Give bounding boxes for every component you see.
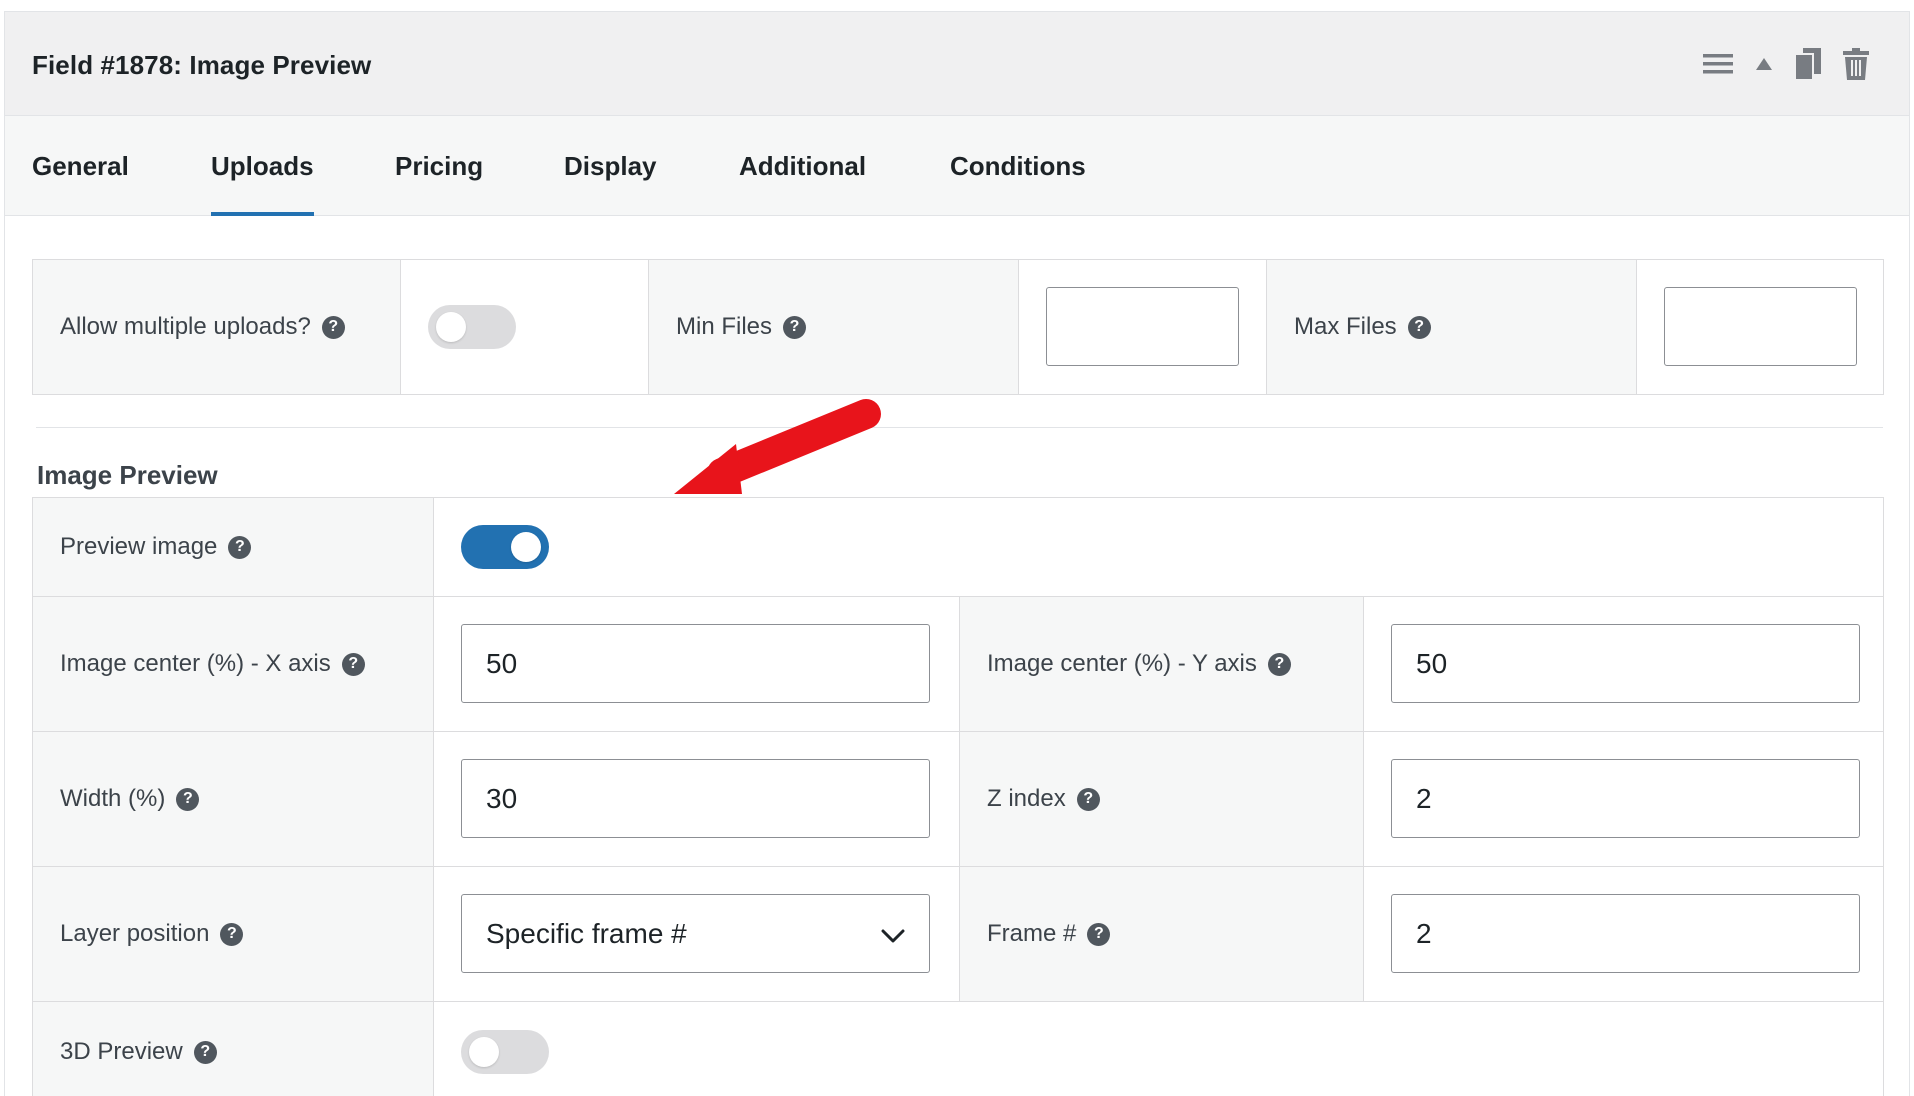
- annotation-arrow-shaft: [707, 399, 881, 488]
- annotation-arrow: [674, 399, 881, 494]
- annotation-arrow-head: [674, 444, 742, 494]
